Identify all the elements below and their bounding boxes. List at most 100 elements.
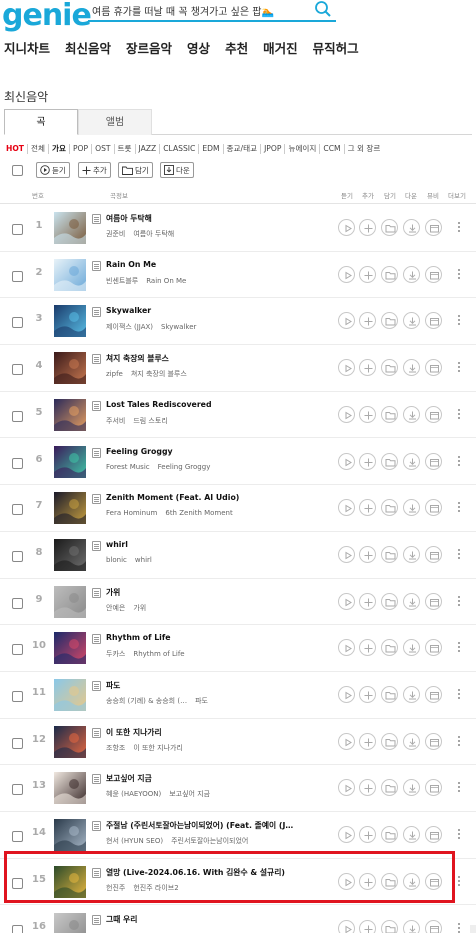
row-play-button[interactable] — [338, 405, 355, 423]
more-options-icon[interactable] — [455, 828, 463, 842]
row-download-button[interactable] — [403, 452, 420, 470]
album-cover[interactable] — [54, 258, 86, 291]
lyrics-icon[interactable] — [92, 727, 101, 738]
album-name[interactable]: 6th Zenith Moment — [165, 509, 232, 517]
album-name[interactable]: 여름아 두탁해 — [133, 230, 174, 238]
album-cover[interactable] — [54, 772, 86, 805]
row-checkbox[interactable] — [12, 597, 23, 609]
lyrics-icon[interactable] — [92, 821, 101, 832]
song-row[interactable]: 2 Rain On Me 빈센트블루 Rain On Me — [0, 252, 476, 299]
row-put-button[interactable] — [381, 639, 398, 657]
row-mv-button[interactable] — [425, 499, 442, 517]
more-options-icon[interactable] — [455, 361, 463, 375]
row-download-button[interactable] — [403, 686, 420, 703]
song-row[interactable]: 8 whirl blonic whirl — [0, 532, 476, 579]
search-icon[interactable] — [314, 0, 332, 18]
more-options-icon[interactable] — [455, 781, 463, 795]
genre-filter-item[interactable]: JAZZ — [136, 144, 161, 154]
album-cover[interactable] — [54, 538, 86, 571]
song-title[interactable]: Skywalker — [106, 306, 332, 315]
more-options-icon[interactable] — [455, 875, 463, 889]
more-options-icon[interactable] — [455, 688, 463, 702]
row-checkbox[interactable] — [12, 410, 23, 422]
more-options-icon[interactable] — [455, 595, 463, 609]
row-put-button[interactable] — [381, 686, 398, 703]
row-add-button[interactable] — [359, 592, 376, 610]
song-title[interactable]: 파도 — [106, 680, 332, 691]
album-cover[interactable] — [54, 632, 86, 665]
genie-logo[interactable]: genie — [2, 0, 92, 33]
row-put-button[interactable] — [381, 779, 398, 797]
album-cover[interactable] — [54, 305, 86, 338]
album-cover[interactable] — [54, 445, 86, 478]
album-name[interactable]: Rhythm of Life — [133, 650, 184, 658]
add-button[interactable]: 추가 — [78, 162, 111, 178]
album-name[interactable]: 보고싶어 지금 — [169, 790, 210, 798]
album-cover[interactable] — [54, 865, 86, 898]
album-name[interactable]: Skywalker — [161, 323, 196, 331]
lyrics-icon[interactable] — [92, 354, 101, 365]
album-cover[interactable] — [54, 819, 86, 852]
row-put-button[interactable] — [381, 872, 398, 890]
row-add-button[interactable] — [359, 452, 376, 470]
tab-songs[interactable]: 곡 — [4, 109, 78, 135]
lyrics-icon[interactable] — [92, 400, 101, 411]
song-row[interactable]: 9 가위 안예은 가위 — [0, 579, 476, 626]
genre-filter-item[interactable]: 전체 — [28, 144, 49, 154]
artist-name[interactable]: Fera Hominum — [106, 509, 157, 517]
more-options-icon[interactable] — [455, 314, 463, 328]
row-download-button[interactable] — [403, 219, 420, 236]
row-download-button[interactable] — [403, 872, 420, 890]
row-mv-button[interactable] — [425, 872, 442, 890]
artist-name[interactable]: 제이잭스 (JJAX) — [106, 323, 153, 331]
lyrics-icon[interactable] — [92, 494, 101, 505]
row-put-button[interactable] — [381, 452, 398, 470]
row-checkbox[interactable] — [12, 457, 23, 469]
lyrics-icon[interactable] — [92, 867, 101, 878]
more-options-icon[interactable] — [455, 501, 463, 515]
gnb-item[interactable]: 최신음악 — [65, 38, 111, 64]
song-row[interactable]: 7 Zenith Moment (Feat. AI Udio) Fera Homin… — [0, 485, 476, 532]
row-add-button[interactable] — [359, 872, 376, 890]
row-add-button[interactable] — [359, 919, 376, 933]
row-add-button[interactable] — [359, 732, 376, 750]
song-row[interactable]: 6 Feeling Groggy Forest Music Feeling Grogg… — [0, 439, 476, 486]
artist-name[interactable]: zipfe — [106, 370, 123, 378]
row-checkbox[interactable] — [12, 364, 23, 376]
song-row[interactable]: 1 여름아 두탁해 권준비 여름아 두탁해 — [0, 205, 476, 252]
row-play-button[interactable] — [338, 499, 355, 517]
album-name[interactable]: 헌진주 라이브2 — [133, 884, 178, 892]
row-add-button[interactable] — [359, 779, 376, 797]
row-add-button[interactable] — [359, 686, 376, 703]
row-play-button[interactable] — [338, 919, 355, 933]
album-cover[interactable] — [54, 679, 86, 711]
row-put-button[interactable] — [381, 499, 398, 517]
artist-name[interactable]: 권준비 — [106, 230, 125, 238]
row-download-button[interactable] — [403, 499, 420, 517]
row-play-button[interactable] — [338, 732, 355, 750]
row-checkbox[interactable] — [12, 691, 23, 702]
row-put-button[interactable] — [381, 826, 398, 844]
genre-filter-item[interactable]: POP — [70, 144, 93, 154]
scrollbar[interactable] — [470, 925, 476, 933]
row-put-button[interactable] — [381, 312, 398, 330]
more-options-icon[interactable] — [455, 641, 463, 655]
row-play-button[interactable] — [338, 359, 355, 377]
lyrics-icon[interactable] — [92, 307, 101, 318]
row-mv-button[interactable] — [425, 452, 442, 470]
lyrics-icon[interactable] — [92, 681, 101, 691]
row-play-button[interactable] — [338, 452, 355, 470]
row-mv-button[interactable] — [425, 919, 442, 933]
genre-filter-item[interactable]: 트롯 — [115, 144, 136, 154]
row-put-button[interactable] — [381, 592, 398, 610]
row-play-button[interactable] — [338, 545, 355, 563]
row-download-button[interactable] — [403, 545, 420, 563]
row-mv-button[interactable] — [425, 265, 442, 283]
genre-filter-item[interactable]: CLASSIC — [160, 144, 200, 154]
listen-button[interactable]: 듣기 — [36, 162, 70, 178]
row-checkbox[interactable] — [12, 270, 23, 282]
more-options-icon[interactable] — [455, 268, 463, 282]
lyrics-icon[interactable] — [92, 634, 101, 645]
song-title[interactable]: 쳐지 축장의 블루스 — [106, 353, 332, 364]
song-row[interactable]: 5 Lost Tales Rediscovered 주서비 드림 스토리 — [0, 392, 476, 439]
